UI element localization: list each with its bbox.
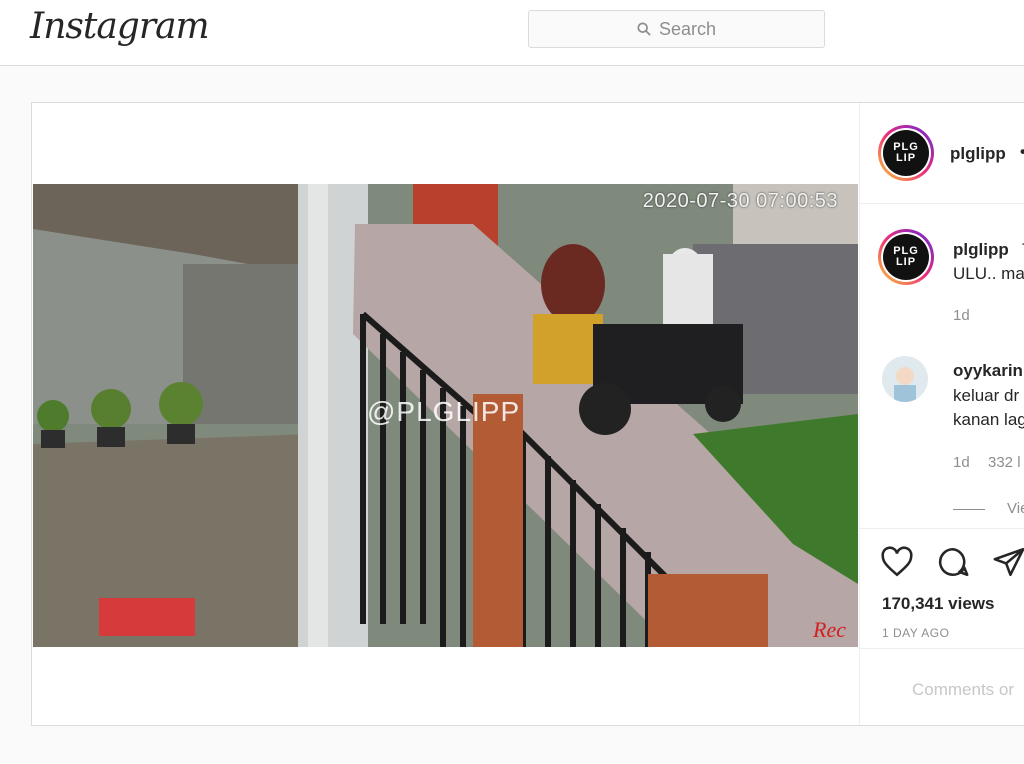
comment-line1: keluar dr xyxy=(953,386,1020,405)
comment-username[interactable]: oyykarin xyxy=(953,361,1023,381)
comment-icon[interactable] xyxy=(936,545,970,579)
post-header: PLG LIP plglipp • xyxy=(860,103,1024,204)
avatar-logo-text: PLG LIP xyxy=(883,130,929,176)
video-watermark: @PLGLIPP xyxy=(367,396,521,427)
post-video[interactable]: 2020-07-30 07:00:53 @PLGLIPP Rec xyxy=(33,184,858,647)
caption-time: 1d xyxy=(953,307,970,324)
comment-likes[interactable]: 332 l xyxy=(988,454,1021,471)
view-replies-line xyxy=(953,509,985,510)
author-username[interactable]: plglipp xyxy=(950,144,1006,164)
share-icon[interactable] xyxy=(992,545,1024,579)
search-input[interactable]: Search xyxy=(528,10,825,48)
comment-time: 1d xyxy=(953,454,970,471)
search-placeholder: Search xyxy=(658,18,717,39)
post-sidebar: PLG LIP plglipp • PLG LIP plglipp T ULU.… xyxy=(859,103,1024,725)
caption-avatar[interactable]: PLG LIP xyxy=(878,229,934,285)
post-media: 2020-07-30 07:00:53 @PLGLIPP Rec xyxy=(32,103,859,725)
top-nav: Instagram Search xyxy=(0,0,1024,66)
rec-label: Rec xyxy=(813,617,846,642)
search-icon xyxy=(637,22,651,36)
view-count[interactable]: 170,341 views xyxy=(882,594,994,614)
caption-text-line2: ULU.. ma xyxy=(953,264,1024,283)
caption-username[interactable]: plglipp xyxy=(953,240,1009,260)
instagram-logo[interactable]: Instagram xyxy=(30,6,210,47)
view-replies-link[interactable]: Vie xyxy=(1007,500,1024,517)
post-date[interactable]: 1 DAY AGO xyxy=(882,626,949,640)
video-timestamp: 2020-07-30 07:00:53 xyxy=(642,190,838,212)
post-actions: 170,341 views 1 DAY AGO xyxy=(860,528,1024,648)
header-dot: • xyxy=(1020,142,1024,162)
add-comment-field[interactable]: Comments or xyxy=(860,648,1024,725)
comment-line2: kanan lag xyxy=(953,410,1024,429)
add-comment-placeholder: Comments or xyxy=(912,680,1015,699)
heart-icon[interactable] xyxy=(880,545,914,579)
caption-avatar-text: PLG LIP xyxy=(883,234,929,280)
post-card: 2020-07-30 07:00:53 @PLGLIPP Rec PLG LIP… xyxy=(31,102,1024,726)
commenter-avatar[interactable] xyxy=(882,356,928,402)
author-avatar[interactable]: PLG LIP xyxy=(878,125,934,181)
